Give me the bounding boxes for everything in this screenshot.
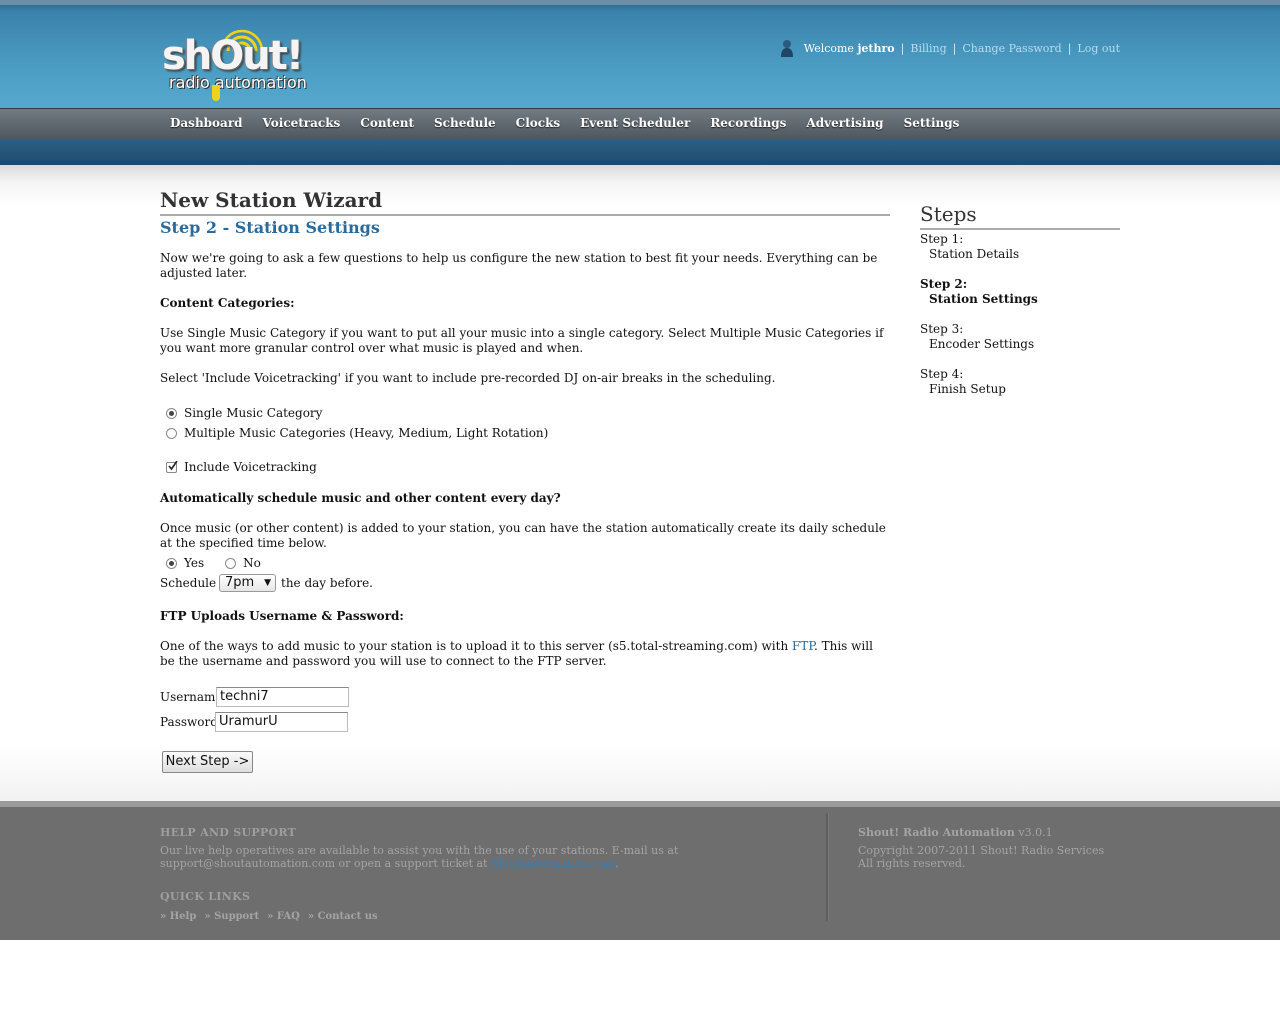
- logout-link[interactable]: Log out: [1077, 42, 1120, 55]
- shout-logo[interactable]: shOut! radio automation: [160, 27, 320, 107]
- steps-sidebar: Steps Step 1: Station Details Step 2: St…: [920, 202, 1120, 397]
- nav-event-scheduler[interactable]: Event Scheduler: [570, 109, 700, 137]
- nav-schedule[interactable]: Schedule: [424, 109, 506, 137]
- shoutautomation-link[interactable]: ShoutAutomation.com: [491, 857, 615, 870]
- voicetracking-option[interactable]: Include Voicetracking: [166, 460, 317, 474]
- page-title: New Station Wizard: [160, 188, 890, 216]
- quick-link-contact[interactable]: Contact us: [308, 911, 378, 922]
- multiple-category-radio[interactable]: [166, 427, 177, 439]
- dropdown-arrow-icon: ▼: [264, 578, 271, 588]
- auto-schedule-heading: Automatically schedule music and other c…: [160, 491, 561, 505]
- multiple-category-label: Multiple Music Categories (Heavy, Medium…: [184, 426, 549, 440]
- voicetracking-desc: Select 'Include Voicetracking' if you wa…: [160, 371, 776, 385]
- separator: |: [952, 41, 957, 55]
- content-categories-heading: Content Categories:: [160, 296, 295, 310]
- quick-links: Help Support FAQ Contact us: [160, 911, 378, 922]
- nav-settings[interactable]: Settings: [894, 109, 970, 137]
- wizard-main: New Station Wizard Step 2 - Station Sett…: [160, 188, 890, 773]
- header: shOut! radio automation Welcome jethro |…: [0, 0, 1280, 108]
- voicetracking-label: Include Voicetracking: [184, 460, 317, 474]
- separator: |: [900, 41, 905, 55]
- step-4-label: Step 4:: [920, 367, 964, 381]
- user-icon: [780, 40, 793, 57]
- intro-text: Now we're going to ask a few questions t…: [160, 251, 878, 280]
- quick-links-heading: QUICK LINKS: [160, 890, 251, 903]
- nav-advertising[interactable]: Advertising: [796, 109, 893, 137]
- separator: |: [1067, 41, 1072, 55]
- password-input[interactable]: UramurU: [215, 712, 348, 732]
- step-4-name: Finish Setup: [929, 382, 1006, 396]
- change-password-link[interactable]: Change Password: [962, 42, 1061, 55]
- help-heading: HELP AND SUPPORT: [160, 826, 297, 839]
- footer: HELP AND SUPPORT Our live help operative…: [0, 801, 1280, 940]
- step-4[interactable]: Step 4: Finish Setup: [920, 367, 1120, 397]
- nav-content[interactable]: Content: [350, 109, 424, 137]
- nav-clocks[interactable]: Clocks: [506, 109, 571, 137]
- content-categories-desc: Use Single Music Category if you want to…: [160, 326, 884, 355]
- step-title: Step 2 - Station Settings: [160, 218, 380, 237]
- checkmark-icon: [168, 460, 178, 470]
- step-2-name: Station Settings: [929, 292, 1038, 306]
- step-2-label: Step 2:: [920, 277, 968, 291]
- quick-link-help[interactable]: Help: [160, 911, 197, 922]
- ftp-heading: FTP Uploads Username & Password:: [160, 609, 404, 623]
- step-2-active[interactable]: Step 2: Station Settings: [920, 277, 1120, 307]
- billing-link[interactable]: Billing: [910, 42, 946, 55]
- step-1-label: Step 1:: [920, 232, 964, 246]
- welcome-text: Welcome jethro: [804, 42, 895, 55]
- auto-schedule-yes-radio[interactable]: [166, 557, 177, 569]
- nav-voicetracks[interactable]: Voicetracks: [253, 109, 351, 137]
- product-info: Shout! Radio Automation v3.0.1: [858, 826, 1053, 839]
- username-input[interactable]: techni7: [216, 687, 349, 707]
- steps-title: Steps: [920, 202, 1120, 230]
- ftp-link[interactable]: FTP: [792, 639, 814, 653]
- schedule-time-value: 7pm: [225, 575, 255, 590]
- single-category-radio[interactable]: [166, 407, 177, 419]
- quick-link-support[interactable]: Support: [204, 911, 259, 922]
- auto-schedule-yes-label: Yes: [184, 556, 205, 570]
- step-3-name: Encoder Settings: [929, 337, 1035, 351]
- auto-schedule-no-radio[interactable]: [225, 557, 237, 569]
- schedule-time-select[interactable]: 7pm ▼: [219, 574, 276, 592]
- auto-schedule-desc: Once music (or other content) is added t…: [160, 521, 886, 550]
- main-nav: Dashboard Voicetracks Content Schedule C…: [0, 108, 1280, 141]
- password-label: Password:: [160, 715, 222, 729]
- step-1-name: Station Details: [929, 247, 1020, 261]
- voicetracking-checkbox[interactable]: [166, 460, 178, 473]
- multiple-category-option[interactable]: Multiple Music Categories (Heavy, Medium…: [166, 426, 548, 440]
- sub-nav-bar: [0, 140, 1280, 165]
- auto-schedule-options: Yes No: [166, 556, 261, 570]
- step-1[interactable]: Step 1: Station Details: [920, 232, 1120, 262]
- single-category-option[interactable]: Single Music Category: [166, 406, 322, 420]
- ftp-desc: One of the ways to add music to your sta…: [160, 639, 890, 669]
- footer-divider: [826, 813, 829, 921]
- schedule-suffix: the day before.: [281, 576, 373, 590]
- product-version: v3.0.1: [1018, 826, 1053, 839]
- auto-schedule-no-label: No: [243, 556, 261, 570]
- help-text: Our live help operatives are available t…: [160, 844, 760, 870]
- next-step-button[interactable]: Next Step ->: [162, 751, 253, 773]
- rights: All rights reserved.: [858, 857, 966, 870]
- copyright: Copyright 2007-2011 Shout! Radio Service…: [858, 844, 1105, 857]
- help-end: .: [615, 857, 619, 870]
- welcome-prefix: Welcome: [803, 41, 854, 55]
- ftp-desc-before: One of the ways to add music to your sta…: [160, 639, 792, 653]
- single-category-label: Single Music Category: [184, 406, 323, 420]
- product-name: Shout! Radio Automation: [858, 826, 1015, 839]
- step-3-label: Step 3:: [920, 322, 964, 336]
- nav-recordings[interactable]: Recordings: [700, 109, 796, 137]
- username: jethro: [857, 41, 895, 55]
- quick-link-faq[interactable]: FAQ: [267, 911, 300, 922]
- logo-sub-text: radio automation: [169, 73, 307, 92]
- step-3[interactable]: Step 3: Encoder Settings: [920, 322, 1120, 352]
- user-bar: Welcome jethro | Billing | Change Passwo…: [780, 39, 1120, 57]
- nav-dashboard[interactable]: Dashboard: [160, 109, 253, 137]
- logo-drip: [212, 85, 220, 101]
